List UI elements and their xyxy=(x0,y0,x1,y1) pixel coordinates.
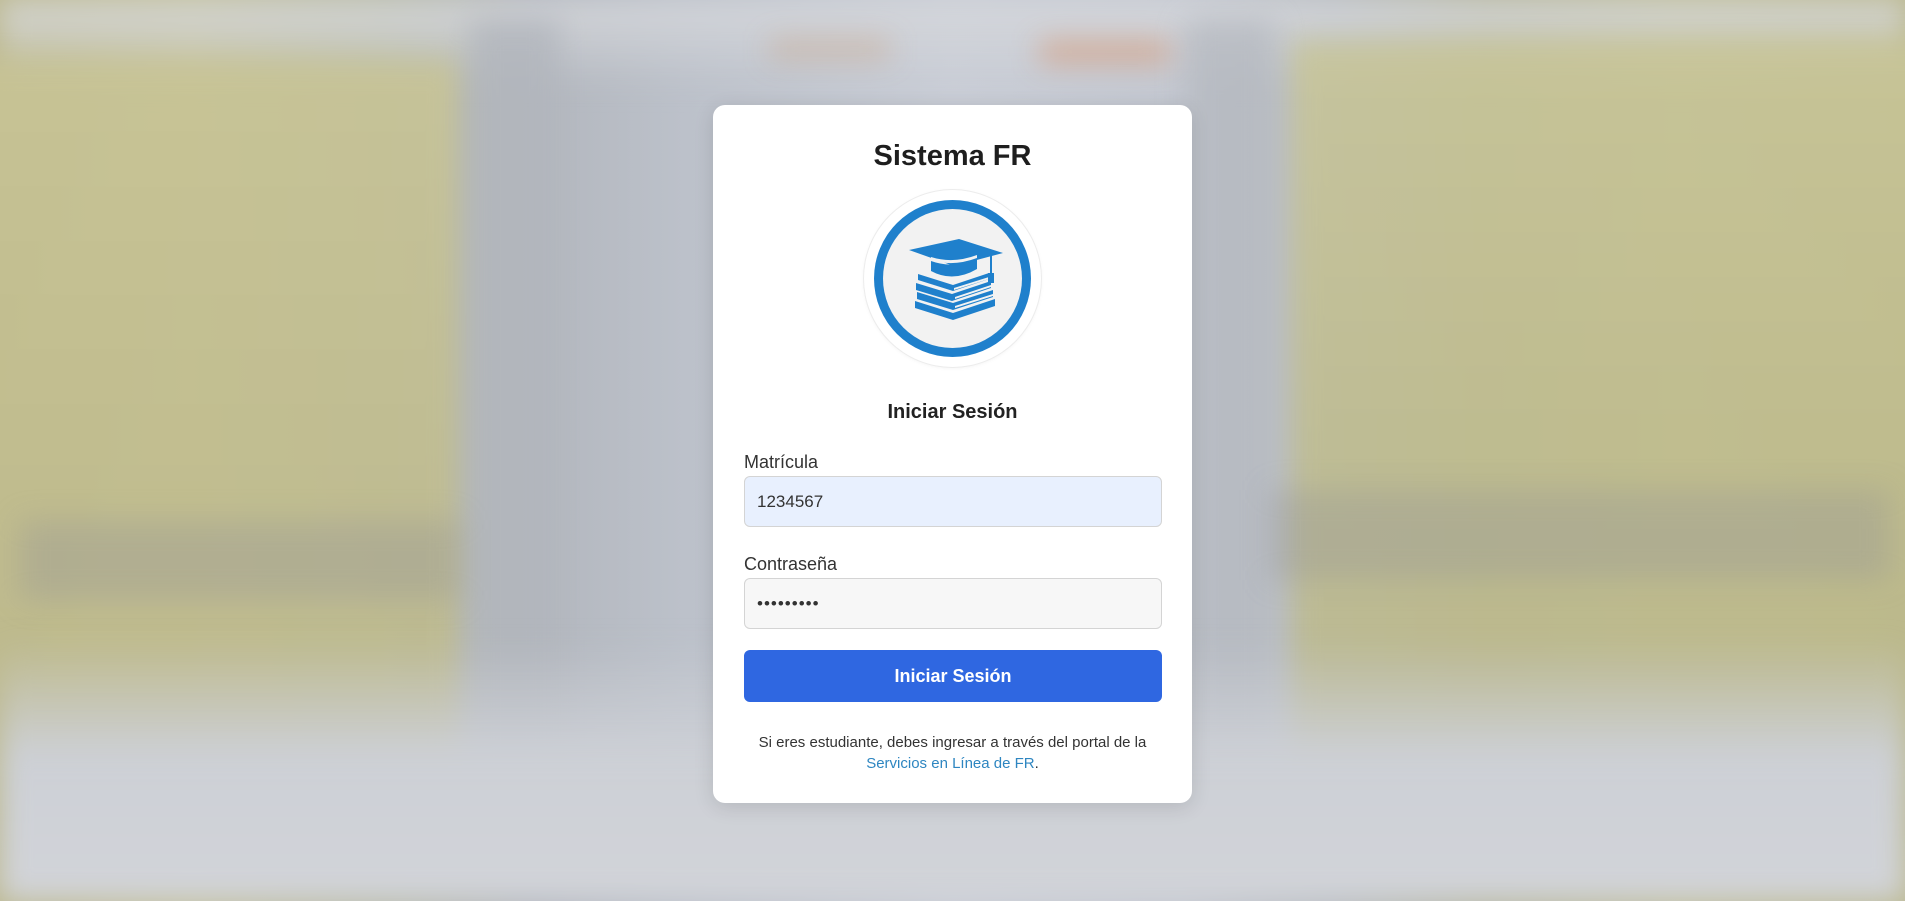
bg-sign-orange-2 xyxy=(770,40,890,58)
logo-ring xyxy=(874,200,1031,357)
logo xyxy=(864,190,1041,367)
student-note: Si eres estudiante, debes ingresar a tra… xyxy=(713,732,1192,774)
login-submit-button[interactable]: Iniciar Sesión xyxy=(744,650,1162,702)
bg-strip-left xyxy=(20,520,460,600)
bg-strip-right xyxy=(1270,490,1890,580)
matricula-input[interactable] xyxy=(744,476,1162,527)
student-note-text: Si eres estudiante, debes ingresar a tra… xyxy=(758,734,1147,751)
login-heading: Iniciar Sesión xyxy=(887,401,1018,423)
student-note-period: . xyxy=(1034,755,1039,772)
password-label: Contraseña xyxy=(744,554,838,574)
servicios-en-linea-link[interactable]: Servicios en Línea de FR xyxy=(866,755,1034,772)
logo-inner xyxy=(883,209,1022,348)
password-input[interactable] xyxy=(744,578,1162,629)
matricula-label: Matrícula xyxy=(744,452,819,472)
bg-sign-orange xyxy=(1040,42,1170,62)
page-title: Sistema FR xyxy=(873,140,1032,172)
graduation-cap-books-icon xyxy=(909,239,1003,320)
login-card: Sistema FR Iniciar Sesión Matrícula 1234… xyxy=(713,105,1192,803)
